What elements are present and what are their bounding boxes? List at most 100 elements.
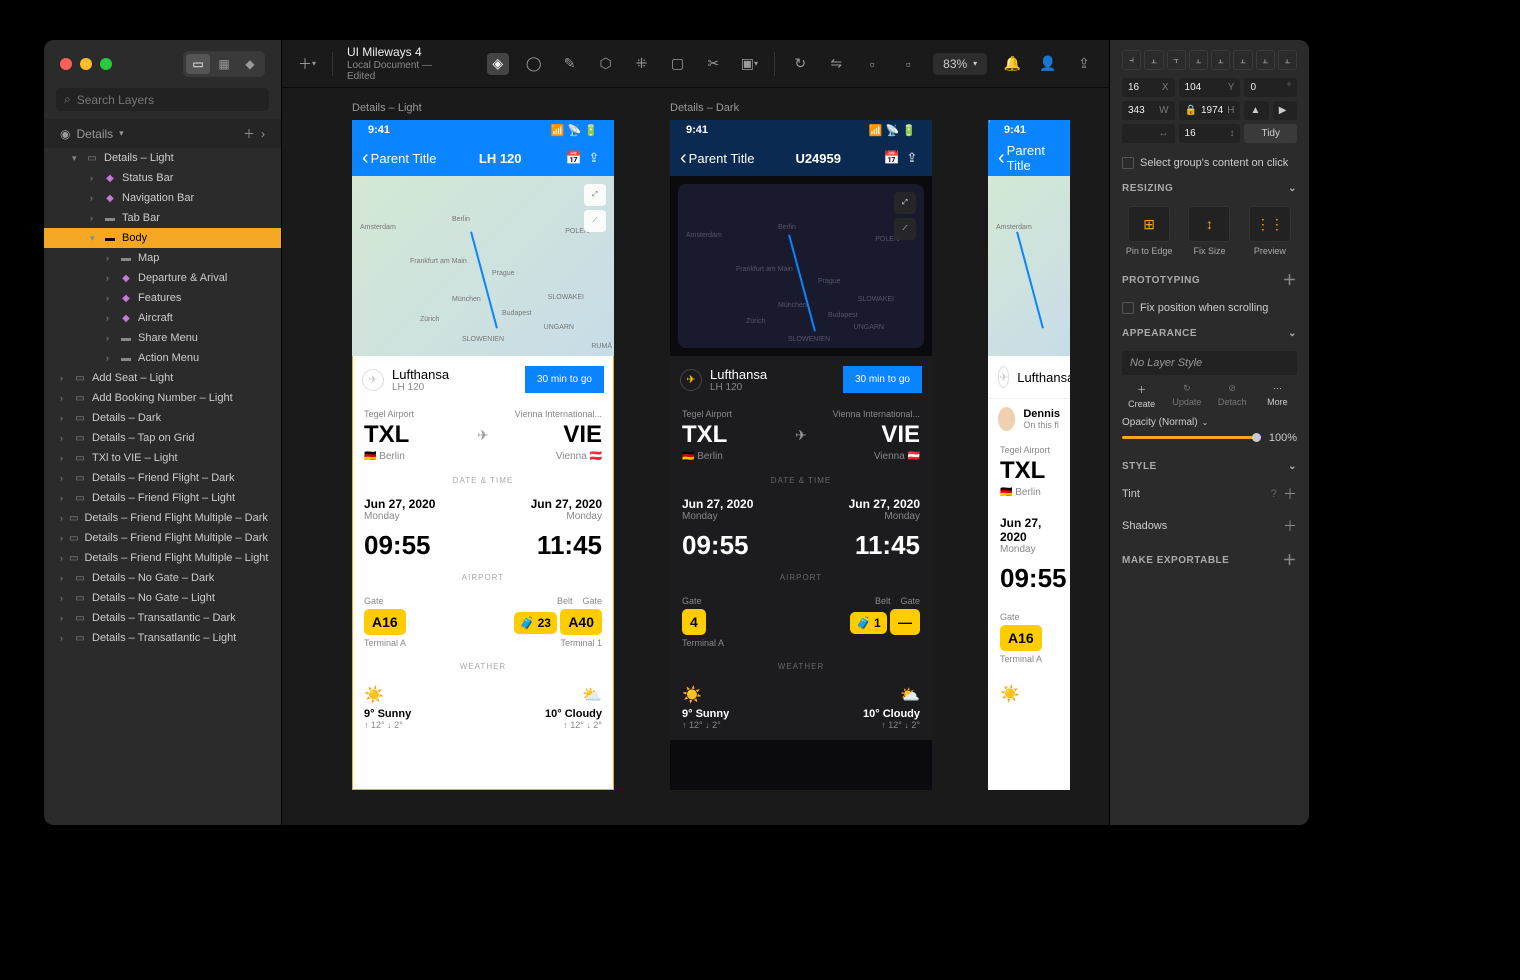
layer-row[interactable]: ▾▬Body xyxy=(44,228,281,248)
close-button[interactable] xyxy=(60,58,72,70)
align-bottom-button[interactable]: ⫠ xyxy=(1233,50,1252,70)
grid-view-button[interactable]: ▦ xyxy=(212,54,236,74)
layer-row[interactable]: ›◆Departure & Arival xyxy=(44,268,281,288)
layer-row[interactable]: ›▬Map xyxy=(44,248,281,268)
share-nav-icon[interactable]: ⇪ xyxy=(902,150,922,166)
route-icon[interactable]: ⟋ xyxy=(894,218,916,240)
layer-row[interactable]: ›▬Action Menu xyxy=(44,348,281,368)
expand-icon[interactable]: ⤢ xyxy=(584,184,606,206)
align-left-button[interactable]: ⫞ xyxy=(1122,50,1141,70)
layer-row[interactable]: ›▭Add Seat – Light xyxy=(44,368,281,388)
maximize-button[interactable] xyxy=(100,58,112,70)
symbols-view-button[interactable]: ◆ xyxy=(238,54,262,74)
layer-row[interactable]: ›▭Details – Friend Flight Multiple – Dar… xyxy=(44,508,281,528)
minimize-button[interactable] xyxy=(80,58,92,70)
page-nav-button[interactable]: › xyxy=(261,127,265,141)
layer-row[interactable]: ›▬Tab Bar xyxy=(44,208,281,228)
layer-row[interactable]: ›▭Details – Friend Flight – Dark xyxy=(44,468,281,488)
flip-h-icon[interactable]: ⇋ xyxy=(825,53,847,75)
canvas[interactable]: Details – Light 9:41📶 📡 🔋 ‹ Parent Title… xyxy=(282,88,1109,825)
fix-size-button[interactable]: ↕Fix Size xyxy=(1182,206,1236,256)
layer-row[interactable]: ›▭Add Booking Number – Light xyxy=(44,388,281,408)
add-prototype-button[interactable]: ＋ xyxy=(1283,270,1298,290)
map-view[interactable]: Amsterdam Berlin POLEN Frankfurt am Main… xyxy=(678,184,924,348)
layer-row[interactable]: ›▭Details – Dark xyxy=(44,408,281,428)
width-input[interactable]: 343W xyxy=(1122,101,1175,120)
align-middle-button[interactable]: ⫠ xyxy=(1211,50,1230,70)
height-input[interactable]: 🔒1974H xyxy=(1179,101,1241,120)
more-style-button[interactable]: ⋯More xyxy=(1258,383,1297,409)
collab-icon[interactable]: 👤 xyxy=(1037,53,1059,75)
tidy-button[interactable]: Tidy xyxy=(1244,124,1297,143)
layer-row[interactable]: ›▭Details – Friend Flight – Light xyxy=(44,488,281,508)
align-right-button[interactable]: ⫟ xyxy=(1167,50,1186,70)
add-shadow-button[interactable]: ＋ xyxy=(1283,516,1297,536)
flip-v-button[interactable]: ▶ xyxy=(1273,101,1297,120)
distribute-h-button[interactable]: ⫠ xyxy=(1256,50,1275,70)
symbol-icon[interactable]: ◈ xyxy=(487,53,509,75)
backward-icon[interactable]: ▫ xyxy=(897,53,919,75)
layers-view-button[interactable]: ▭ xyxy=(186,54,210,74)
x-input[interactable]: 16X xyxy=(1122,78,1175,97)
share-nav-icon[interactable]: ⇪ xyxy=(584,150,604,166)
chevron-down-icon[interactable]: ⌄ xyxy=(1288,328,1297,339)
align-top-button[interactable]: ⫠ xyxy=(1189,50,1208,70)
rotate-icon[interactable]: ↻ xyxy=(789,53,811,75)
add-page-button[interactable]: ＋ xyxy=(243,125,255,142)
back-chevron-icon[interactable]: ‹ xyxy=(998,147,1005,170)
mask-icon[interactable]: ▢ xyxy=(667,53,689,75)
layer-row[interactable]: ›▬Share Menu xyxy=(44,328,281,348)
zoom-control[interactable]: 83% ▾ xyxy=(933,53,987,75)
back-chevron-icon[interactable]: ‹ xyxy=(362,147,369,170)
layer-row[interactable]: ›◆Features xyxy=(44,288,281,308)
artboard-friend[interactable]: Details – Friend F 9:41 ‹ Parent Title A… xyxy=(988,120,1070,790)
layer-row[interactable]: ›▭Details – No Gate – Light xyxy=(44,588,281,608)
copy-style-icon[interactable]: ▣▾ xyxy=(738,53,760,75)
y-input[interactable]: 104Y xyxy=(1179,78,1241,97)
rotation-input[interactable]: 0° xyxy=(1244,78,1297,97)
layer-row[interactable]: ▾▭Details – Light xyxy=(44,148,281,168)
chevron-down-icon[interactable]: ⌄ xyxy=(1288,461,1297,472)
layer-row[interactable]: ›◆Aircraft xyxy=(44,308,281,328)
artboard-light[interactable]: Details – Light 9:41📶 📡 🔋 ‹ Parent Title… xyxy=(352,120,614,790)
select-content-checkbox[interactable]: Select group's content on click xyxy=(1122,151,1297,175)
share-icon[interactable]: ⇪ xyxy=(1073,53,1095,75)
layer-row[interactable]: ›▭Details – Transatlantic – Light xyxy=(44,628,281,648)
shadows-row[interactable]: Shadows＋ xyxy=(1122,510,1297,542)
layer-row[interactable]: ›▭Details – Friend Flight Multiple – Dar… xyxy=(44,528,281,548)
create-style-button[interactable]: ＋Create xyxy=(1122,383,1161,409)
opacity-slider[interactable] xyxy=(1122,436,1261,439)
align-center-h-button[interactable]: ⫠ xyxy=(1144,50,1163,70)
distribute-icon[interactable]: ⁜ xyxy=(631,53,653,75)
preview-button[interactable]: ⋮⋮Preview xyxy=(1243,206,1297,256)
layer-row[interactable]: ›▭Details – Friend Flight Multiple – Lig… xyxy=(44,548,281,568)
distribute-v-button[interactable]: ⫠ xyxy=(1278,50,1297,70)
search-layers[interactable]: ⌕ Search Layers xyxy=(56,88,269,111)
layer-row[interactable]: ›◆Navigation Bar xyxy=(44,188,281,208)
add-tint-button[interactable]: ＋ xyxy=(1283,484,1297,504)
scissors-icon[interactable]: ✂ xyxy=(702,53,724,75)
notifications-icon[interactable]: 🔔 xyxy=(1001,53,1023,75)
gap-h-input[interactable]: ↔ xyxy=(1122,124,1175,143)
layer-row[interactable]: ›◆Status Bar xyxy=(44,168,281,188)
page-header[interactable]: ◉ Details ▾ ＋ › xyxy=(44,119,281,148)
forward-icon[interactable]: ▫ xyxy=(861,53,883,75)
layer-row[interactable]: ›▭Details – Transatlantic – Dark xyxy=(44,608,281,628)
fix-scroll-checkbox[interactable]: Fix position when scrolling xyxy=(1122,296,1297,320)
artboard-dark[interactable]: Details – Dark 9:41📶 📡 🔋 ‹ Parent Title … xyxy=(670,120,932,790)
map-view[interactable]: Amsterdam Berlin POLEN Frankfurt am Main… xyxy=(352,176,614,356)
chevron-down-icon[interactable]: ⌄ xyxy=(1288,183,1297,194)
pin-to-edge-button[interactable]: ⊞Pin to Edge xyxy=(1122,206,1176,256)
pen-icon[interactable]: ✎ xyxy=(559,53,581,75)
gap-v-input[interactable]: 16↕ xyxy=(1179,124,1241,143)
add-export-button[interactable]: ＋ xyxy=(1283,550,1298,570)
oval-icon[interactable]: ◯ xyxy=(523,53,545,75)
map-view[interactable]: Amsterdam xyxy=(988,176,1070,356)
expand-icon[interactable]: ⤢ xyxy=(894,192,916,214)
union-icon[interactable]: ⬡ xyxy=(595,53,617,75)
tint-row[interactable]: Tint? ＋ xyxy=(1122,478,1297,510)
layer-row[interactable]: ›▭Details – No Gate – Dark xyxy=(44,568,281,588)
insert-button[interactable]: ＋▾ xyxy=(296,53,318,75)
back-chevron-icon[interactable]: ‹ xyxy=(680,147,687,170)
calendar-icon[interactable]: 📅 xyxy=(564,150,584,166)
